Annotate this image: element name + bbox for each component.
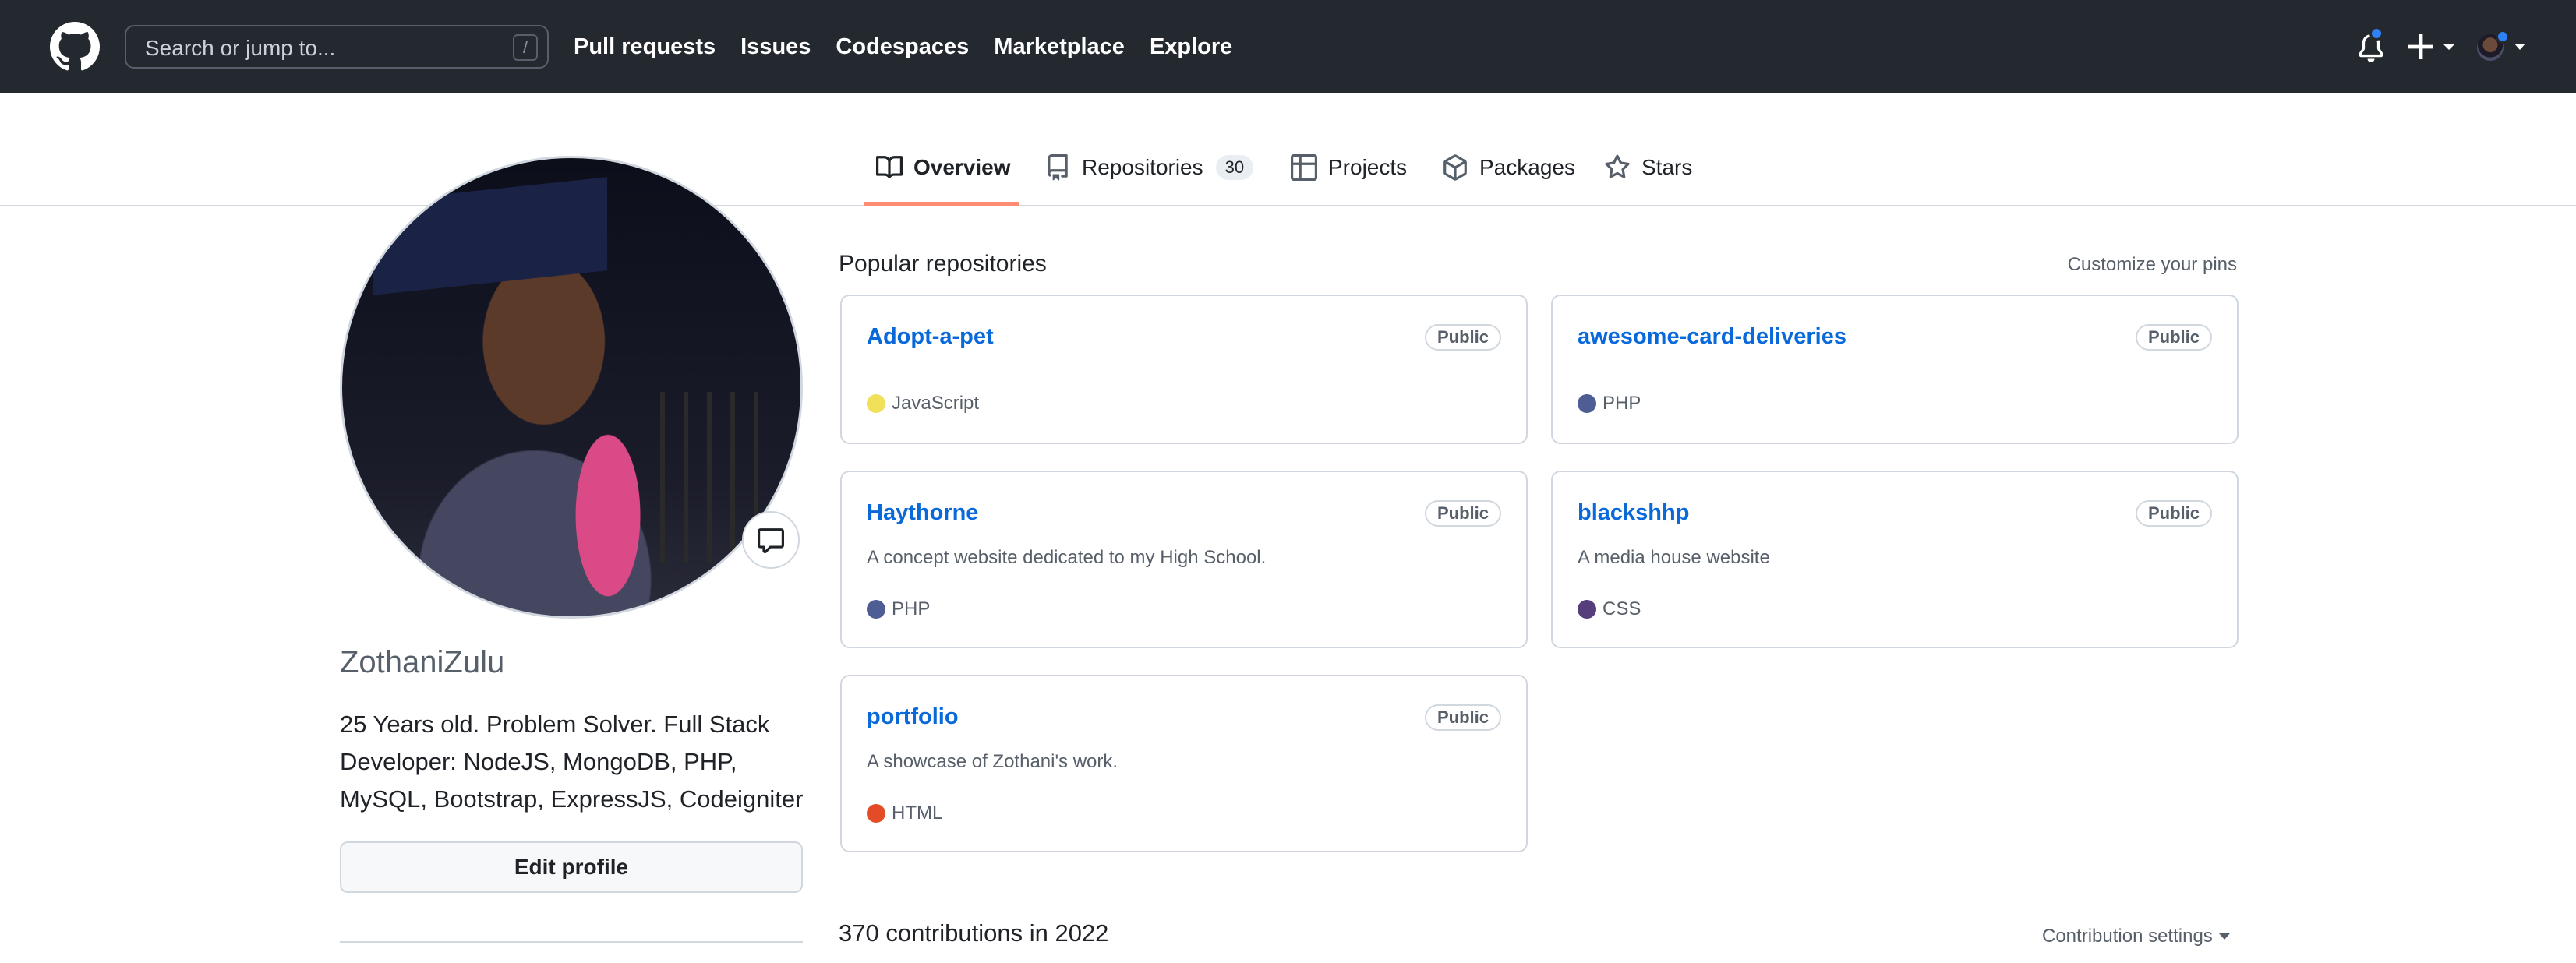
repo-language: CSS: [1578, 598, 1641, 620]
language-label: JavaScript: [892, 393, 980, 414]
language-color-dot: [867, 804, 885, 823]
customize-pins-link[interactable]: Customize your pins: [2068, 254, 2237, 276]
contribution-settings-dropdown[interactable]: Contribution settings: [2042, 926, 2230, 947]
repo-name-link[interactable]: portfolio: [867, 704, 959, 730]
repo-description: A concept website dedicated to my High S…: [867, 547, 1267, 568]
contributions-heading: 370 contributions in 2022: [839, 919, 1109, 947]
visibility-badge: Public: [2135, 500, 2212, 527]
repo-name-link[interactable]: awesome-card-deliveries: [1578, 324, 1846, 350]
language-color-dot: [1578, 394, 1596, 413]
repo-card: awesome-card-deliveries Public PHP: [1551, 295, 2239, 444]
popular-repositories-heading: Popular repositories: [839, 251, 1047, 277]
selected-tab-indicator: [864, 202, 1019, 206]
repo-name-link[interactable]: Haythorne: [867, 500, 978, 526]
nav-codespaces[interactable]: Codespaces: [836, 34, 969, 60]
language-color-dot: [1578, 600, 1596, 619]
tab-packages-label: Packages: [1479, 155, 1575, 179]
search-placeholder: Search or jump to...: [145, 36, 336, 60]
create-new-icon[interactable]: [2408, 31, 2458, 62]
chevron-down-icon: [2218, 933, 2230, 940]
nav-issues[interactable]: Issues: [740, 34, 811, 60]
repo-language: PHP: [867, 598, 930, 620]
search-input[interactable]: Search or jump to... /: [125, 25, 549, 69]
tab-projects-label: Projects: [1328, 155, 1408, 179]
tab-overview[interactable]: Overview: [876, 153, 1011, 182]
avatar-status-indicator: [2496, 30, 2510, 44]
profile-bio: 25 Years old. Problem Solver. Full Stack…: [340, 711, 804, 813]
tab-repositories-label: Repositories: [1082, 155, 1203, 179]
book-icon: [876, 156, 903, 178]
sidebar-divider: [340, 941, 803, 943]
chevron-down-icon[interactable]: [2514, 44, 2525, 50]
tab-packages[interactable]: Packages: [1442, 153, 1575, 182]
visibility-badge: Public: [1424, 324, 1501, 351]
repo-name-link[interactable]: blackshhp: [1578, 500, 1689, 526]
comment-icon: [758, 528, 784, 553]
notification-indicator: [2369, 26, 2383, 41]
global-nav: Pull requests Issues Codespaces Marketpl…: [574, 0, 1232, 93]
repo-language: JavaScript: [867, 393, 979, 414]
nav-explore[interactable]: Explore: [1150, 34, 1232, 60]
visibility-badge: Public: [1424, 500, 1501, 527]
contribution-settings-label: Contribution settings: [2042, 926, 2213, 947]
tab-overview-label: Overview: [913, 155, 1011, 179]
language-label: PHP: [892, 598, 931, 619]
repo-language: PHP: [1578, 393, 1641, 414]
language-color-dot: [867, 600, 885, 619]
repo-card: Haythorne Public A concept website dedic…: [840, 471, 1528, 648]
profile-tabs-bar: [0, 93, 2576, 206]
set-status-button[interactable]: [742, 511, 800, 569]
repo-language: HTML: [867, 802, 942, 824]
nav-pull-requests[interactable]: Pull requests: [574, 34, 716, 60]
tab-repositories[interactable]: Repositories 30: [1044, 153, 1254, 182]
package-icon: [1443, 154, 1467, 181]
visibility-badge: Public: [2135, 324, 2212, 351]
table-icon: [1291, 154, 1317, 181]
star-icon: [1605, 154, 1630, 178]
language-label: HTML: [892, 802, 943, 824]
global-header: Search or jump to... / Pull requests Iss…: [0, 0, 2576, 93]
nav-marketplace[interactable]: Marketplace: [994, 34, 1125, 60]
profile-avatar[interactable]: [340, 156, 803, 619]
language-label: CSS: [1602, 598, 1641, 619]
language-label: PHP: [1602, 393, 1641, 414]
repo-name-link[interactable]: Adopt-a-pet: [867, 324, 994, 350]
search-shortcut-key: /: [513, 34, 538, 61]
repo-description: A media house website: [1578, 547, 1770, 568]
repo-card: portfolio Public A showcase of Zothani's…: [840, 675, 1528, 852]
repositories-count-badge: 30: [1215, 155, 1254, 180]
tab-projects[interactable]: Projects: [1291, 153, 1407, 182]
repo-card: Adopt-a-pet Public JavaScript: [840, 295, 1528, 444]
edit-profile-button[interactable]: Edit profile: [340, 841, 803, 893]
github-logo-icon[interactable]: [50, 22, 100, 72]
visibility-badge: Public: [1424, 704, 1501, 731]
tab-stars[interactable]: Stars: [1604, 153, 1692, 182]
repo-card: blackshhp Public A media house website C…: [1551, 471, 2239, 648]
repo-description: A showcase of Zothani's work.: [867, 751, 1118, 772]
language-color-dot: [867, 394, 885, 413]
repo-icon: [1048, 154, 1068, 181]
profile-username: ZothaniZulu: [340, 645, 505, 679]
tab-stars-label: Stars: [1641, 155, 1693, 179]
